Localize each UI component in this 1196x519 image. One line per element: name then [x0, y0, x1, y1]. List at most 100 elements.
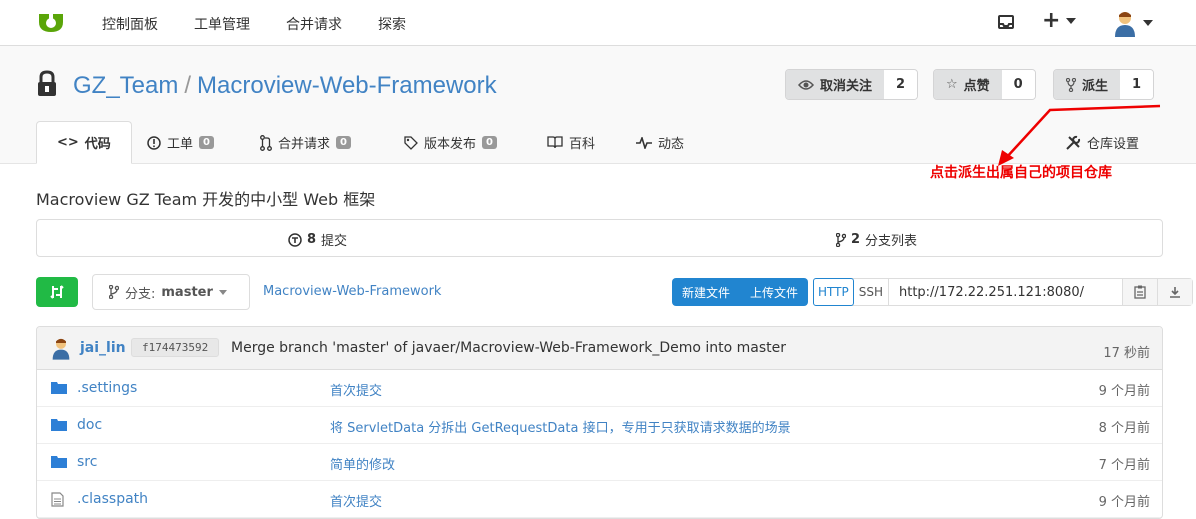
file-actions-group: 新建文件 上传文件 [672, 278, 809, 306]
branches-label: 分支列表 [865, 234, 918, 249]
download-button[interactable] [1156, 279, 1192, 305]
pulse-icon [636, 136, 652, 149]
tab-issues[interactable]: 工单 0 [147, 121, 214, 164]
git-branch-icon [836, 232, 846, 247]
file-commit-time: 9 个月前 [1098, 384, 1150, 399]
fork-button-group[interactable]: 派生 1 [1053, 69, 1155, 100]
avatar[interactable] [51, 336, 71, 360]
fork-icon [1066, 77, 1076, 92]
git-branch-icon [109, 285, 119, 299]
latest-commit-row: jai_lin f174473592 Merge branch 'master'… [37, 327, 1162, 370]
file-text-icon [51, 492, 64, 507]
tab-pull-requests[interactable]: 合并请求 0 [260, 121, 351, 164]
file-table: jai_lin f174473592 Merge branch 'master'… [36, 326, 1163, 519]
tab-activity[interactable]: 动态 [636, 121, 684, 164]
star-icon: ☆ [946, 77, 958, 92]
tools-icon [1066, 135, 1081, 150]
compare-icon [50, 285, 64, 299]
file-commit-message-link[interactable]: 简单的修改 [330, 454, 395, 473]
pulls-count-badge: 0 [336, 136, 351, 149]
download-icon [1169, 287, 1180, 298]
repo-description: Macroview GZ Team 开发的中小型 Web 框架 [36, 190, 376, 209]
folder-icon [51, 419, 67, 431]
top-navbar: 控制面板 工单管理 合并请求 探索 + [0, 0, 1196, 46]
file-commit-message-link[interactable]: 将 ServletData 分拆出 GetRequestData 接口，专用于只… [330, 417, 791, 436]
file-commit-message-link[interactable]: 首次提交 [330, 491, 382, 510]
tab-code-label: 代码 [84, 137, 111, 152]
issue-opened-icon [147, 135, 161, 150]
new-file-button[interactable]: 新建文件 [672, 278, 740, 306]
file-commit-time: 9 个月前 [1098, 495, 1150, 510]
tab-activity-label: 动态 [658, 137, 685, 152]
repo-stats-bar: 8 提交 2 分支列表 [36, 219, 1163, 257]
file-commit-time: 8 个月前 [1098, 421, 1150, 436]
nav-explore[interactable]: 探索 [378, 14, 406, 34]
tab-settings-label: 仓库设置 [1087, 137, 1140, 152]
create-new-dropdown[interactable]: + [1042, 8, 1077, 33]
eye-icon [798, 79, 814, 90]
git-pull-request-icon [260, 134, 272, 151]
current-branch: master [161, 284, 213, 300]
clone-url-input[interactable]: http://172.22.251.121:8080/ [889, 279, 1122, 305]
tab-releases-label: 版本发布 [424, 137, 477, 152]
commit-sha-label[interactable]: f174473592 [131, 338, 220, 357]
watchers-count[interactable]: 2 [884, 70, 918, 99]
forks-count[interactable]: 1 [1120, 70, 1154, 99]
file-name-link[interactable]: .settings [77, 380, 137, 396]
branch-dropdown[interactable]: 分支: master [92, 274, 250, 310]
fork-label: 派生 [1082, 79, 1109, 94]
tab-settings[interactable]: 仓库设置 [1065, 121, 1139, 164]
history-icon [288, 232, 302, 247]
fork-button[interactable]: 派生 [1054, 70, 1121, 99]
ssh-clone-button[interactable]: SSH [854, 279, 889, 305]
commit-author-link[interactable]: jai_lin [80, 340, 126, 356]
caret-down-icon [1143, 20, 1153, 26]
stars-count[interactable]: 0 [1001, 70, 1035, 99]
copy-url-button[interactable] [1121, 279, 1157, 305]
repo-owner-link[interactable]: GZ_Team [73, 72, 178, 99]
compare-button[interactable] [36, 277, 78, 307]
releases-count-badge: 0 [482, 136, 497, 149]
nav-issues[interactable]: 工单管理 [194, 14, 250, 34]
repo-name-link[interactable]: Macroview-Web-Framework [197, 72, 497, 99]
branch-prefix: 分支: [125, 286, 156, 302]
nav-dashboard[interactable]: 控制面板 [102, 14, 158, 34]
issues-count-badge: 0 [199, 136, 214, 149]
star-button[interactable]: ☆ 点赞 [934, 70, 1002, 99]
unwatch-label: 取消关注 [820, 79, 873, 94]
user-menu[interactable] [1113, 9, 1153, 37]
file-row: .settings 首次提交 9 个月前 [37, 370, 1162, 407]
http-clone-button[interactable]: HTTP [813, 278, 854, 306]
tab-releases[interactable]: 版本发布 0 [404, 121, 497, 164]
commits-stat[interactable]: 8 提交 [288, 230, 347, 249]
unwatch-button[interactable]: 取消关注 [786, 70, 885, 99]
commit-message: Merge branch 'master' of javaer/Macrovie… [231, 340, 786, 356]
book-icon [547, 136, 563, 149]
gogs-logo-icon[interactable] [36, 10, 66, 34]
folder-icon [51, 456, 67, 468]
tab-issues-label: 工单 [167, 137, 194, 152]
tab-wiki[interactable]: 百科 [547, 121, 595, 164]
file-name-link[interactable]: src [77, 454, 97, 470]
unwatch-button-group[interactable]: 取消关注 2 [785, 69, 919, 100]
upload-file-button[interactable]: 上传文件 [740, 278, 808, 306]
inbox-icon[interactable] [998, 14, 1014, 30]
file-name-link[interactable]: .classpath [77, 491, 148, 507]
annotation-text: 点击派生出属自己的项目仓库 [930, 165, 1112, 181]
breadcrumb-repo-link[interactable]: Macroview-Web-Framework [263, 284, 441, 299]
avatar [1115, 12, 1135, 37]
plus-icon: + [1042, 8, 1061, 33]
tab-code[interactable]: <> 代码 [36, 121, 132, 164]
nav-pulls[interactable]: 合并请求 [286, 14, 342, 34]
caret-down-icon [1066, 18, 1077, 24]
lock-icon [38, 70, 56, 96]
branches-stat[interactable]: 2 分支列表 [836, 230, 917, 249]
tab-pulls-label: 合并请求 [278, 137, 331, 152]
folder-icon [51, 382, 67, 394]
star-button-group[interactable]: ☆ 点赞 0 [933, 69, 1036, 100]
file-commit-time: 7 个月前 [1098, 458, 1150, 473]
file-name-link[interactable]: doc [77, 417, 102, 433]
commit-time: 17 秒前 [1103, 346, 1150, 361]
file-commit-message-link[interactable]: 首次提交 [330, 380, 382, 399]
repo-title: GZ_Team / Macroview-Web-Framework [73, 72, 497, 100]
